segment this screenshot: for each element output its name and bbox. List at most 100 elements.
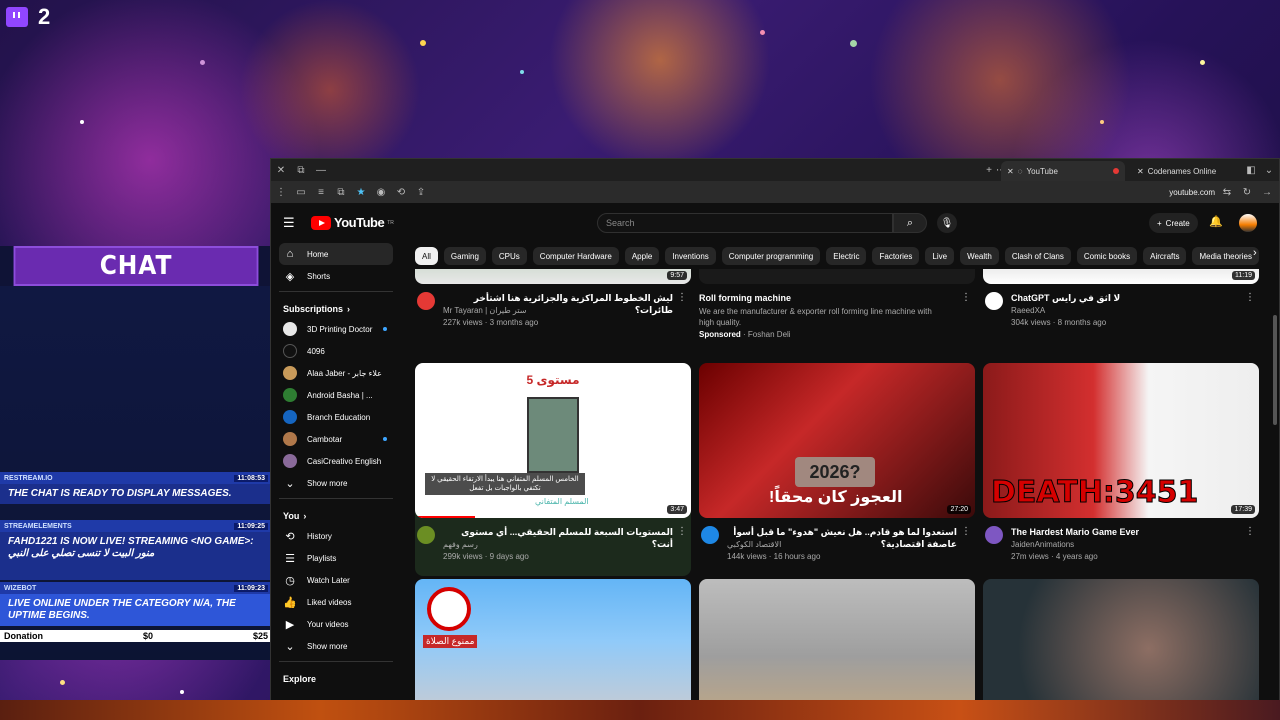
search-input[interactable]: Search (597, 213, 893, 233)
chip[interactable]: Wealth (960, 247, 999, 265)
sidebar-item-subscription[interactable]: Branch Education (279, 406, 393, 428)
sidebar-item-your-videos[interactable]: ▶ Your videos (279, 613, 393, 635)
chip[interactable]: Apple (624, 247, 660, 265)
voice-search-button[interactable]: 🎙 (937, 213, 957, 233)
reload-icon[interactable]: ↻ (1237, 187, 1257, 198)
show-more-you[interactable]: ⌄ Show more (279, 635, 393, 657)
youtube-logo[interactable]: YouTube TR (311, 215, 394, 230)
ad-thumbnail[interactable] (699, 269, 975, 284)
close-tab-icon[interactable]: ✕ (1137, 167, 1144, 176)
minimize-icon[interactable]: — (311, 165, 331, 176)
sidebar-icon[interactable]: ▭ (291, 187, 311, 198)
sidebar-item-subscription[interactable]: Android Basha | ... (279, 384, 393, 406)
sidebar-item-watch-later[interactable]: ◷ Watch Later (279, 569, 393, 591)
sidebar-item-subscription[interactable]: Alaa Jaber - علاء جابر (279, 362, 393, 384)
tab-menu-icon[interactable]: ⌄ (1259, 165, 1279, 176)
account-avatar[interactable] (1239, 214, 1257, 232)
chips-next-icon[interactable]: › (1253, 247, 1257, 259)
video-thumbnail[interactable] (699, 579, 975, 705)
sidebar-item-history[interactable]: ⟲ History (279, 525, 393, 547)
sidebar-item-playlists[interactable]: ☰ Playlists (279, 547, 393, 569)
video-card[interactable]: 9:57 ليش الخطوط المراكزية والجزائرية هنا… (415, 269, 691, 342)
close-window-icon[interactable]: ✕ (271, 165, 291, 176)
show-more-subscriptions[interactable]: ⌄ Show more (279, 472, 393, 494)
profile-icon[interactable]: ◧ (1241, 165, 1261, 176)
video-card[interactable] (983, 579, 1259, 705)
tab-youtube[interactable]: ✕ ◌ YouTube (1001, 161, 1125, 181)
more-options-icon[interactable]: ⋮ (677, 292, 687, 303)
menu-dots-icon[interactable]: ⋮ (271, 187, 291, 198)
chip[interactable]: All (415, 247, 438, 265)
video-thumbnail[interactable] (983, 579, 1259, 705)
translate-icon[interactable]: ⟲ (391, 187, 411, 198)
site-settings-icon[interactable]: ⇆ (1217, 187, 1237, 198)
video-thumbnail[interactable]: ممنوع الصلاة (415, 579, 691, 705)
channel-avatar[interactable] (985, 292, 1003, 310)
chip[interactable]: Electric (826, 247, 867, 265)
channel-name[interactable]: الاقتصاد الكوكبي (727, 540, 781, 549)
video-card[interactable] (699, 579, 975, 705)
sidebar-item-subscription[interactable]: Cambotar (279, 428, 393, 450)
video-thumbnail[interactable]: DEATH:3451 17:39 (983, 363, 1259, 518)
chip[interactable]: Gaming (443, 247, 486, 265)
video-card[interactable]: DEATH:3451 17:39 The Hardest Mario Game … (983, 363, 1259, 576)
sidebar-item-liked-videos[interactable]: 👍 Liked videos (279, 591, 393, 613)
ad-title[interactable]: Roll forming machine (699, 292, 929, 304)
channel-avatar[interactable] (985, 526, 1003, 544)
chip[interactable]: Comic books (1076, 247, 1138, 265)
page-scrollbar[interactable] (1273, 315, 1277, 425)
search-button[interactable]: ⌕ (893, 213, 927, 233)
you-heading[interactable]: You › (279, 503, 393, 525)
channel-name[interactable]: RaeedXA (1011, 306, 1045, 315)
chip[interactable]: Clash of Clans (1004, 247, 1071, 265)
video-thumbnail[interactable]: 2026? العجوز كان محقاً! 27:20 (699, 363, 975, 518)
bookmark-star-icon[interactable]: ★ (351, 187, 371, 198)
channel-avatar[interactable] (701, 526, 719, 544)
channel-avatar[interactable] (417, 292, 435, 310)
video-title[interactable]: ChatGPT لا اثق في رايس (1011, 292, 1241, 304)
chip[interactable]: CPUs (491, 247, 527, 265)
close-tab-icon[interactable]: ✕ (1007, 167, 1014, 176)
tab-codenames[interactable]: ✕ Codenames Online (1131, 161, 1241, 181)
chip[interactable]: Live (925, 247, 955, 265)
hamburger-icon[interactable]: ☰ (283, 215, 295, 231)
restore-icon[interactable]: ⧉ (291, 165, 311, 176)
chip[interactable]: Computer Hardware (532, 247, 619, 265)
sidebar-item-subscription[interactable]: 4096 (279, 340, 393, 362)
sidebar-item-subscription[interactable]: CasiCreativo English (279, 450, 393, 472)
forward-icon[interactable]: → (1257, 187, 1277, 198)
chip[interactable]: Media theories (1192, 247, 1259, 265)
chip[interactable]: Factories (872, 247, 920, 265)
ad-card[interactable]: Roll forming machine We are the manufact… (699, 269, 975, 342)
chip[interactable]: Computer programming (721, 247, 821, 265)
extensions-icon[interactable]: ≡ (311, 187, 331, 198)
more-options-icon[interactable]: ⋮ (961, 526, 971, 537)
video-card[interactable]: 11:19 ChatGPT لا اثق في رايس RaeedXA 304… (983, 269, 1259, 342)
more-options-icon[interactable]: ⋮ (677, 526, 687, 537)
share-icon[interactable]: ⇪ (411, 187, 431, 198)
video-thumbnail[interactable]: 9:57 (415, 269, 691, 284)
sidebar-item-subscription[interactable]: 3D Printing Doctor (279, 318, 393, 340)
sidebar-item-shorts[interactable]: ◈ Shorts (279, 265, 393, 287)
channel-name[interactable]: Mr Tayaran | ستر طيران (443, 306, 526, 315)
channel-avatar[interactable] (417, 526, 435, 544)
more-options-icon[interactable]: ⋮ (1245, 526, 1255, 537)
video-thumbnail[interactable]: مستوى 5 الخامس المسلم المتفاني هنا يبدأ … (415, 363, 691, 518)
video-card[interactable]: 2026? العجوز كان محقاً! 27:20 استعدوا لم… (699, 363, 975, 576)
video-title[interactable]: The Hardest Mario Game Ever (1011, 526, 1241, 538)
bell-icon[interactable]: 🔔 (1209, 215, 1223, 228)
more-options-icon[interactable]: ⋮ (961, 292, 971, 303)
more-options-icon[interactable]: ⋮ (1245, 292, 1255, 303)
video-card[interactable]: مستوى 5 الخامس المسلم المتفاني هنا يبدأ … (415, 363, 691, 576)
address-bar[interactable]: youtube.com (1169, 188, 1215, 197)
subscriptions-heading[interactable]: Subscriptions › (279, 296, 393, 318)
video-card[interactable]: ممنوع الصلاة (415, 579, 691, 705)
chip[interactable]: Inventions (665, 247, 716, 265)
video-thumbnail[interactable]: 11:19 (983, 269, 1259, 284)
eye-icon[interactable]: ◉ (371, 187, 391, 198)
create-button[interactable]: + Create (1149, 213, 1198, 233)
sidebar-item-home[interactable]: ⌂ Home (279, 243, 393, 265)
chip[interactable]: Aircrafts (1143, 247, 1187, 265)
channel-name[interactable]: رسم وفهم (443, 540, 478, 549)
channel-name[interactable]: JaidenAnimations (1011, 540, 1074, 549)
